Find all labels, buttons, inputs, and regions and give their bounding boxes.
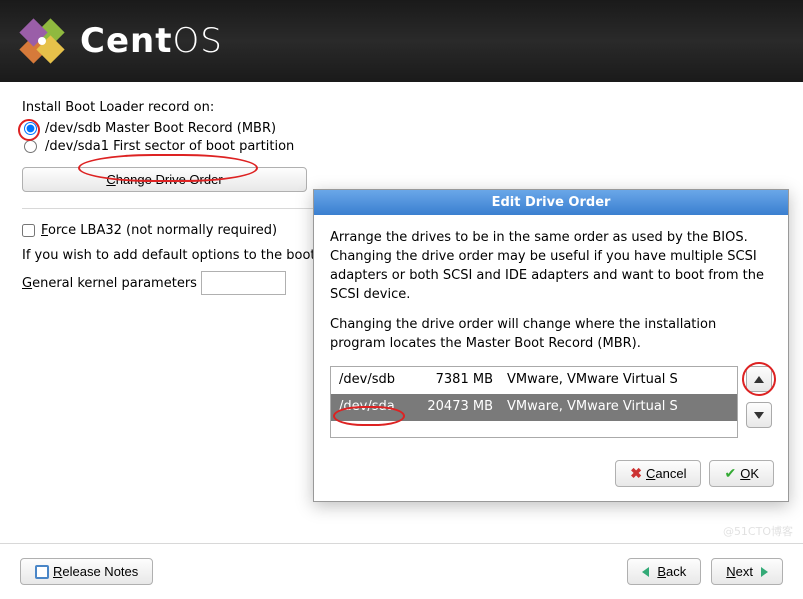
drive-desc: VMware, VMware Virtual S: [507, 371, 729, 390]
move-down-button[interactable]: [746, 402, 772, 428]
radio-first-sector-label: /dev/sda1 First sector of boot partition: [45, 139, 294, 154]
back-button[interactable]: Back: [627, 558, 701, 585]
change-drive-order-button[interactable]: CChange Drive Orderhange Drive Order: [22, 167, 307, 192]
drive-row[interactable]: /dev/sda 20473 MB VMware, VMware Virtual…: [331, 394, 737, 421]
radio-first-sector-input[interactable]: [24, 140, 37, 153]
drive-list[interactable]: /dev/sdb 7381 MB VMware, VMware Virtual …: [330, 366, 738, 438]
radio-first-sector[interactable]: /dev/sda1 First sector of boot partition: [22, 139, 781, 154]
drive-dev: /dev/sda: [339, 398, 409, 417]
move-up-button[interactable]: [746, 366, 772, 392]
header-banner: CentOS: [0, 0, 803, 82]
cancel-button[interactable]: ✖ Cancel: [615, 460, 701, 487]
ok-button[interactable]: ✔ OK: [709, 460, 774, 487]
kernel-params-input[interactable]: [201, 271, 286, 295]
drive-size: 7381 MB: [423, 371, 493, 390]
drive-dev: /dev/sdb: [339, 371, 409, 390]
release-notes-button[interactable]: Release Notes: [20, 558, 153, 585]
edit-drive-order-dialog: Edit Drive Order Arrange the drives to b…: [313, 189, 789, 502]
cancel-icon: ✖: [630, 465, 642, 482]
radio-mbr-label: /dev/sdb Master Boot Record (MBR): [45, 121, 276, 136]
brand-text: CentOS: [80, 21, 223, 61]
force-lba-input[interactable]: [22, 224, 35, 237]
drive-desc: VMware, VMware Virtual S: [507, 398, 729, 417]
radio-mbr-input[interactable]: [24, 122, 37, 135]
dialog-para1: Arrange the drives to be in the same ord…: [330, 229, 772, 304]
dialog-para2: Changing the drive order will change whe…: [330, 316, 772, 354]
install-label: Install Boot Loader record on:: [22, 100, 781, 115]
watermark: @51CTO博客: [723, 523, 793, 539]
drive-row[interactable]: /dev/sdb 7381 MB VMware, VMware Virtual …: [331, 367, 737, 394]
kernel-params-label: General kernel parameters: [22, 276, 197, 291]
book-icon: [35, 565, 49, 579]
centos-logo: [18, 17, 66, 65]
next-button[interactable]: Next: [711, 558, 783, 585]
dialog-title: Edit Drive Order: [314, 190, 788, 215]
radio-mbr[interactable]: /dev/sdb Master Boot Record (MBR): [22, 121, 781, 136]
drive-size: 20473 MB: [423, 398, 493, 417]
ok-icon: ✔: [724, 465, 736, 482]
footer: Release Notes Back Next: [0, 543, 803, 599]
